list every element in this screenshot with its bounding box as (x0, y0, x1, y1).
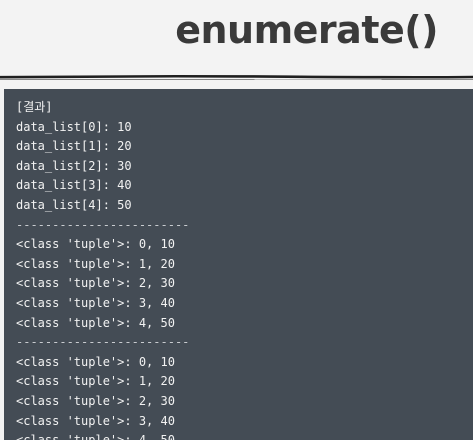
console-line: <class 'tuple'>: 2, 30 (16, 276, 175, 291)
console-line: <class 'tuple'>: 1, 20 (16, 256, 175, 271)
console-line-result-header: [결과] (16, 100, 53, 114)
console-separator: ------------------------ (16, 217, 190, 232)
console-line: <class 'tuple'>: 3, 40 (16, 295, 175, 310)
console-line: data_list[3]: 40 (16, 178, 132, 193)
console-line: <class 'tuple'>: 0, 10 (16, 354, 175, 369)
console-line: <class 'tuple'>: 4, 50 (16, 315, 175, 330)
console-line: data_list[0]: 10 (16, 119, 132, 134)
console-line: data_list[2]: 30 (16, 158, 132, 173)
console-line: <class 'tuple'>: 2, 30 (16, 393, 175, 408)
console-line: <class 'tuple'>: 3, 40 (16, 413, 175, 428)
console-separator: ------------------------ (16, 335, 190, 350)
console-line: <class 'tuple'>: 1, 20 (16, 374, 175, 389)
console-line: data_list[4]: 50 (16, 197, 132, 212)
header-divider (0, 74, 473, 80)
console-line: data_list[1]: 20 (16, 139, 132, 154)
slide-header: enumerate() (0, 0, 473, 74)
console-line: <class 'tuple'>: 0, 10 (16, 237, 175, 252)
console-output-panel: [결과] data_list[0]: 10 data_list[1]: 20 d… (4, 89, 473, 440)
console-output-lines: [결과] data_list[0]: 10 data_list[1]: 20 d… (16, 98, 189, 440)
console-line: <class 'tuple'>: 4, 50 (16, 431, 189, 440)
slide-title: enumerate() (175, 8, 438, 52)
